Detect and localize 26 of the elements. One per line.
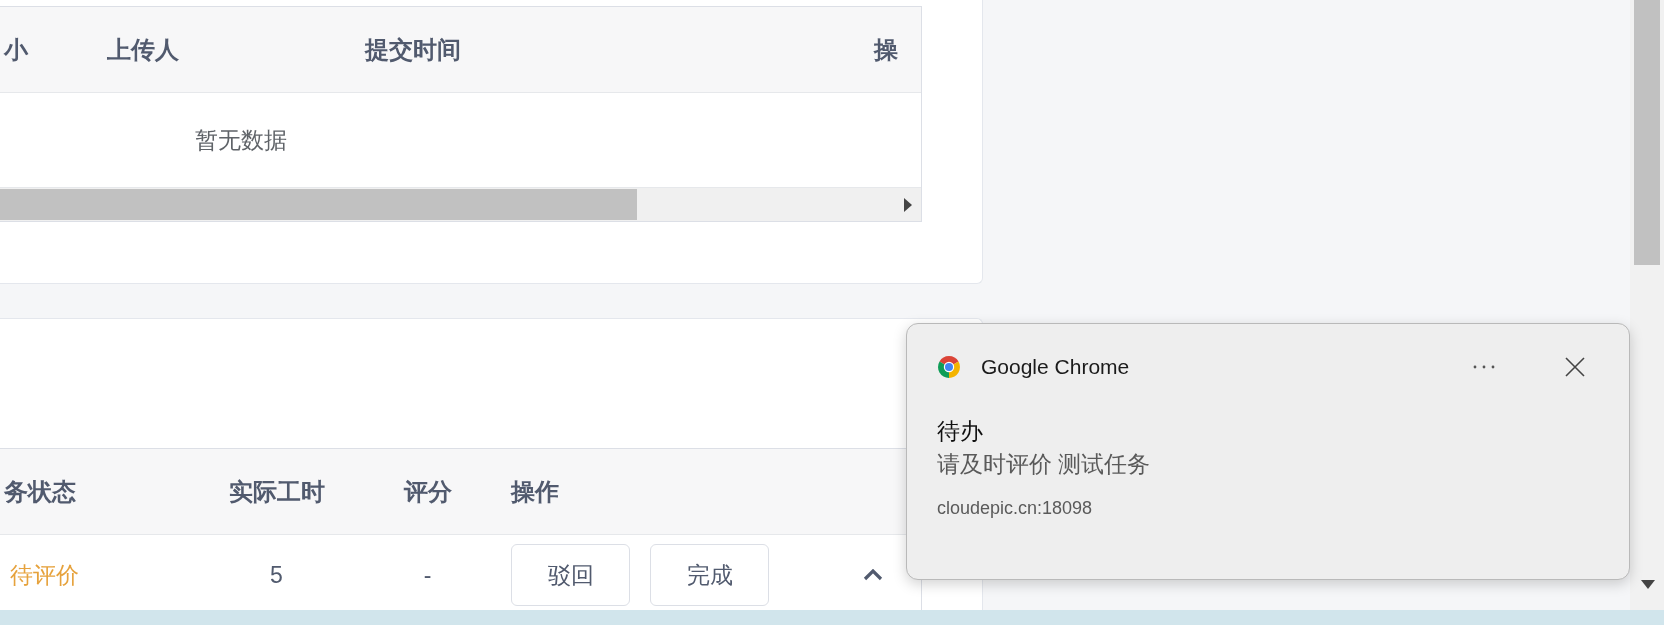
action-button[interactable]: 驳回 (511, 544, 630, 606)
empty-text: 暂无数据 (195, 125, 287, 155)
close-button[interactable] (1565, 357, 1585, 377)
scroll-right-icon[interactable] (903, 196, 913, 213)
table-cell-text: - (422, 560, 433, 590)
column-header: 评分 (402, 476, 453, 507)
browser-logo-icon (937, 355, 961, 379)
column-header: 操作 (509, 476, 560, 507)
table-cell-text: 5 (269, 560, 284, 590)
column-header: 务状态 (3, 476, 77, 507)
notification-title: 待办 (937, 417, 984, 446)
column-header: 实际工时 (227, 476, 326, 507)
column-header: 提交时间 (363, 34, 462, 65)
collapse-chevron-icon[interactable] (863, 569, 883, 581)
app-name: Google Chrome (981, 354, 1130, 381)
more-options-icon[interactable] (1473, 365, 1495, 369)
status-text: 待评价 (9, 560, 80, 590)
column-header: 上传人 (106, 34, 180, 65)
vertical-scrollbar[interactable] (1630, 0, 1664, 610)
notification-source: cloudepic.cn:18098 (937, 497, 1094, 520)
notification-message: 请及时评价 测试任务 (937, 450, 1152, 479)
horizontal-scrollbar[interactable] (0, 188, 921, 221)
scroll-down-icon[interactable] (1641, 580, 1655, 589)
column-header: 小 (2, 34, 29, 65)
action-button[interactable]: 完成 (650, 544, 769, 606)
column-header: 操 (872, 34, 899, 65)
